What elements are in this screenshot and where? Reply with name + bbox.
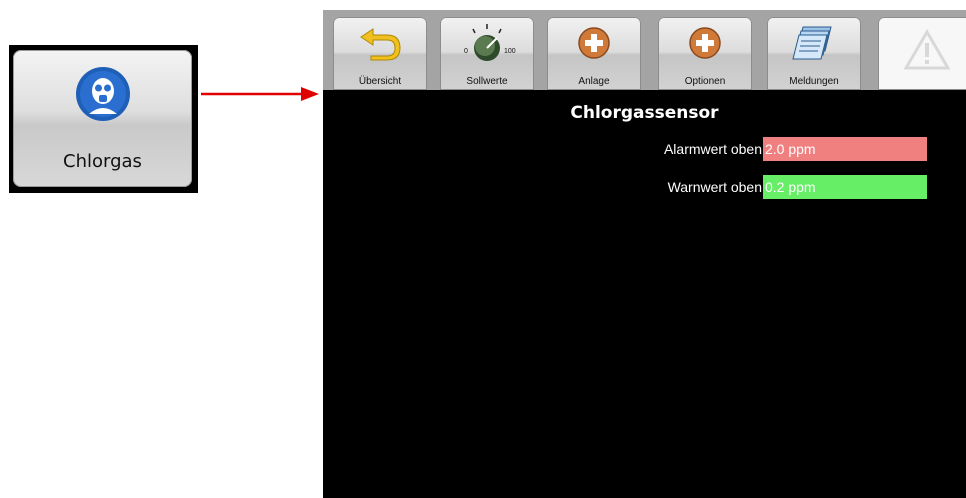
plus-circle-icon — [689, 27, 721, 59]
dial-knob-icon: 0 100 — [464, 24, 516, 61]
gas-mask-person-icon — [76, 67, 130, 121]
hmi-screen: Übersicht 0 100 Sollwerte Anlage Optione… — [323, 10, 966, 498]
options-button[interactable]: Optionen — [658, 17, 752, 90]
dial-max-label: 100 — [504, 48, 516, 55]
chlorgas-label: Chlorgas — [63, 151, 142, 172]
overview-label: Übersicht — [358, 76, 402, 87]
dial-min-label: 0 — [464, 48, 468, 55]
page-title: Chlorgassensor — [570, 103, 719, 123]
overview-button[interactable]: Übersicht — [333, 17, 427, 90]
options-label: Optionen — [684, 76, 726, 87]
setpoints-label: Sollwerte — [466, 76, 508, 87]
alarm-upper-row: Alarmwert oben 2.0 ppm — [664, 137, 927, 161]
toolbar: Übersicht 0 100 Sollwerte Anlage Optione… — [323, 10, 966, 90]
chlorgas-tile: Chlorgas — [9, 45, 198, 193]
plant-button[interactable]: Anlage — [547, 17, 641, 90]
warn-upper-value[interactable]: 0.2 ppm — [763, 175, 927, 199]
warn-upper-label: Warnwert oben — [667, 179, 762, 195]
plant-label: Anlage — [578, 76, 610, 87]
chlorgas-button[interactable]: Chlorgas — [13, 50, 192, 187]
warn-upper-row: Warnwert oben 0.2 ppm — [668, 175, 927, 199]
setpoints-button[interactable]: 0 100 Sollwerte — [440, 17, 534, 90]
warning-triangle-icon — [904, 29, 950, 70]
messages-button[interactable]: Meldungen — [767, 17, 861, 90]
documents-icon — [792, 26, 832, 60]
alarm-upper-label: Alarmwert oben — [663, 141, 762, 157]
plus-circle-icon — [578, 27, 610, 59]
red-arrow-right-icon — [201, 87, 319, 101]
back-arrow-icon — [360, 28, 401, 61]
alarm-upper-value[interactable]: 2.0 ppm — [763, 137, 927, 161]
messages-label: Meldungen — [789, 76, 839, 87]
warning-button[interactable] — [878, 17, 966, 90]
